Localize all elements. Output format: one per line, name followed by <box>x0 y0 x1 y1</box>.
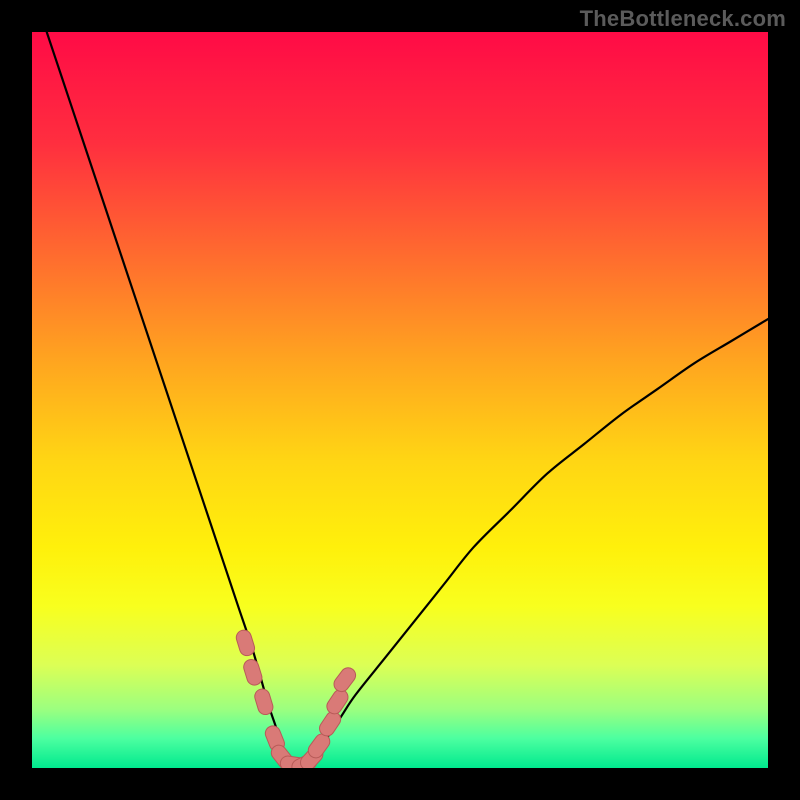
gradient-background <box>32 32 768 768</box>
figure-root: { "watermark": "TheBottleneck.com", "col… <box>0 0 800 800</box>
watermark-text: TheBottleneck.com <box>580 6 786 32</box>
plot-area <box>32 32 768 768</box>
plot-svg <box>32 32 768 768</box>
